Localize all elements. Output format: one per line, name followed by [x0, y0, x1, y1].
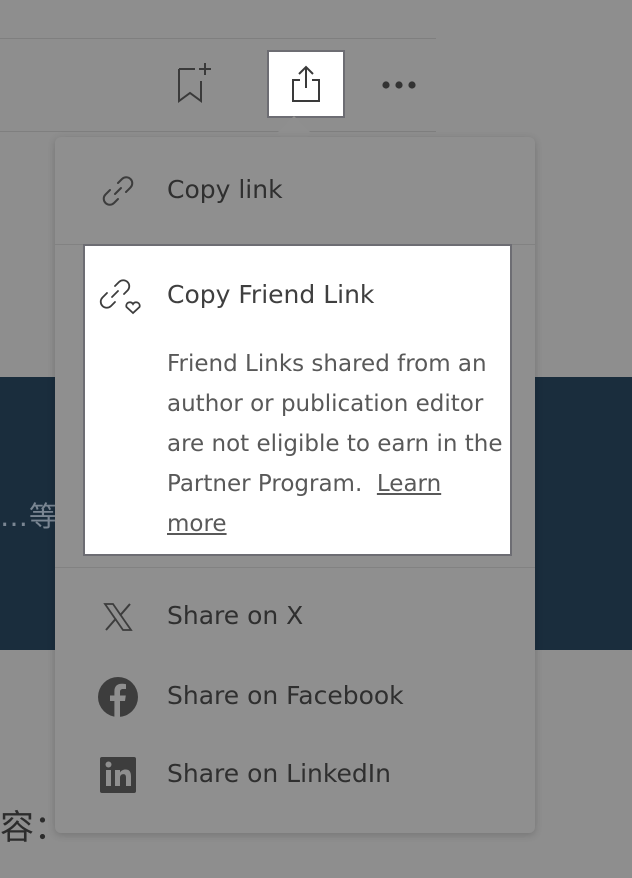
- share-menu: Copy link Copy Friend Link Friend Links …: [55, 137, 535, 833]
- more-horizontal-icon: [382, 81, 416, 89]
- toolbar-divider: [0, 131, 436, 132]
- share-on-linkedin-label: Share on LinkedIn: [167, 759, 391, 788]
- friend-link-icon: [95, 272, 147, 320]
- friend-link-description: Friend Links shared from an author or pu…: [167, 344, 507, 544]
- copy-link-item[interactable]: Copy link: [55, 159, 535, 223]
- x-logo-icon: [95, 594, 141, 640]
- more-options-button[interactable]: [376, 62, 422, 108]
- bookmark-add-icon: [178, 63, 211, 103]
- share-on-x-label: Share on X: [167, 601, 304, 630]
- bookmark-button[interactable]: [170, 60, 216, 106]
- link-icon: [95, 168, 141, 214]
- copy-friend-link-title: Copy Friend Link: [167, 280, 375, 309]
- menu-divider: [55, 567, 535, 568]
- share-on-facebook-item[interactable]: Share on Facebook: [55, 669, 535, 725]
- facebook-logo-icon: [95, 674, 141, 720]
- share-on-linkedin-item[interactable]: Share on LinkedIn: [55, 747, 535, 803]
- share-on-x-item[interactable]: Share on X: [55, 589, 535, 645]
- share-button[interactable]: [267, 50, 345, 118]
- friend-link-description-text: Friend Links shared from an author or pu…: [167, 351, 503, 497]
- top-divider: [0, 38, 436, 39]
- copy-link-label: Copy link: [167, 175, 283, 204]
- share-icon: [292, 65, 320, 102]
- copy-friend-link-item[interactable]: Copy Friend Link Friend Links shared fro…: [83, 244, 512, 556]
- banner-text: …等: [0, 500, 59, 533]
- linkedin-logo-icon: [95, 752, 141, 798]
- share-on-facebook-label: Share on Facebook: [167, 681, 404, 710]
